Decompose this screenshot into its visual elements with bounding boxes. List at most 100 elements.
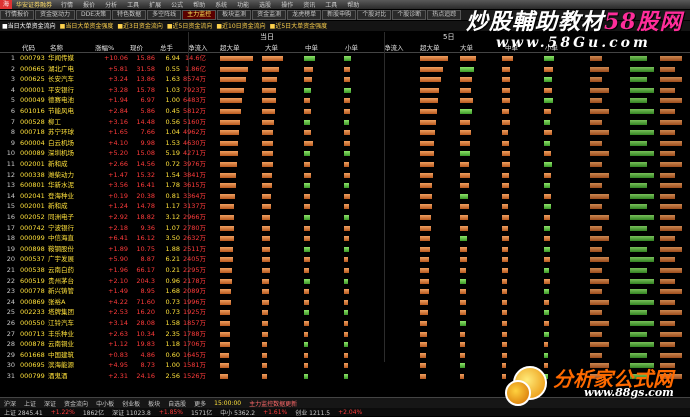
menu-item[interactable]: 选股	[254, 0, 276, 9]
tab-11[interactable]: 个股诊断	[392, 10, 427, 20]
tab-12[interactable]: 热点追踪	[427, 10, 462, 20]
table-row[interactable]: 27 000713 丰乐种业 +2.63 10.34 2.35 1788万	[0, 329, 690, 340]
menu-item[interactable]: 系统	[210, 0, 232, 9]
column-header[interactable]: 名称	[50, 42, 63, 52]
column-header[interactable]: 总手	[160, 42, 173, 52]
table-row[interactable]: 26 000550 江铃汽车 +3.14 28.08 1.58 1857万	[0, 318, 690, 329]
table-row[interactable]: 16 002052 同洲电子 +2.92 18.82 3.12 2966万	[0, 212, 690, 223]
table-row[interactable]: 21 000538 云南白药 +1.96 66.17 0.21 2295万	[0, 265, 690, 276]
volume: 1.00	[165, 96, 180, 105]
tab-9[interactable]: 新股申购	[322, 10, 357, 20]
stock-code: 000799	[20, 372, 45, 380]
stock-code: 000742	[20, 223, 45, 232]
menu-item[interactable]: 功能	[232, 0, 254, 9]
table-row[interactable]: 20 000537 广宇发展 +5.90 8.87 6.21 2405万	[0, 254, 690, 265]
flow-tab-0[interactable]: ■当日大单资金流向	[0, 22, 58, 31]
menu-item[interactable]: 帮助	[188, 0, 210, 9]
tab-4[interactable]: 多空阵线	[147, 10, 182, 20]
flow-tab-2[interactable]: ■近3日资金流向	[115, 22, 165, 31]
column-header[interactable]: 小单	[345, 42, 358, 52]
tab-1[interactable]: 资金驱动力	[35, 10, 76, 20]
flow-tab-4[interactable]: ■近10日资金流向	[214, 22, 267, 31]
net-inflow: 8574万	[182, 75, 206, 84]
stock-name: 云南铜业	[48, 340, 74, 349]
column-header[interactable]: 净流入	[188, 42, 208, 52]
change-pct: +0.19	[108, 191, 128, 200]
status-tab-3[interactable]: 资金流向	[60, 399, 92, 408]
flow-bar-today	[344, 310, 349, 316]
table-row[interactable]: 1 000793 华闻传媒 +10.06 15.86 6.94 14.6亿	[0, 53, 690, 64]
column-header[interactable]: 超大单	[220, 42, 240, 52]
status-tab-8[interactable]: 更多	[190, 399, 210, 408]
status-tab-1[interactable]: 上证	[20, 399, 40, 408]
table-row[interactable]: 25 002233 塔牌集团 +2.53 16.20 0.73 1925万	[0, 307, 690, 318]
table-row[interactable]: 4 000001 平安银行 +3.28 15.78 1.03 7923万	[0, 85, 690, 96]
table-row[interactable]: 13 600801 华新水泥 +3.56 16.41 1.78 3615万	[0, 180, 690, 191]
table-row[interactable]: 23 000778 新兴铸管 +1.49 8.95 1.68 2089万	[0, 286, 690, 297]
column-header[interactable]: 大单	[265, 42, 278, 52]
table-row[interactable]: 15 002001 新和成 +1.24 14.78 1.17 3137万	[0, 201, 690, 212]
flow-bar-5day	[460, 268, 467, 273]
menu-item[interactable]: 帮助	[342, 0, 364, 9]
flow-tab-5[interactable]: ■近5日大单资金强度	[268, 22, 330, 31]
column-header[interactable]: 超大单	[420, 42, 440, 52]
change-pct: +2.63	[108, 329, 128, 338]
trend-bar	[660, 299, 675, 305]
tab-10[interactable]: 个股对比	[357, 10, 392, 20]
table-row[interactable]: 19 000898 鞍钢股份 +1.89 10.75 1.88 2511万	[0, 244, 690, 255]
table-row[interactable]: 28 000878 云南铜业 +1.12 19.83 1.18 1706万	[0, 339, 690, 350]
table-row[interactable]: 17 000742 宁波银行 +2.18 9.36 1.07 2780万	[0, 223, 690, 234]
flow-bar-today	[220, 257, 233, 263]
tab-0[interactable]: 行情报价	[0, 10, 35, 20]
table-row[interactable]: 7 000528 柳工 +3.16 14.48 0.56 5160万	[0, 117, 690, 128]
table-row[interactable]: 10 000089 深圳机场 +5.20 15.08 5.19 4271万	[0, 148, 690, 159]
status-tab-0[interactable]: 沪深	[0, 399, 20, 408]
tab-7[interactable]: 资金监测	[252, 10, 287, 20]
tab-2[interactable]: DDE决策	[76, 10, 112, 20]
table-row[interactable]: 22 600519 贵州茅台 +2.10 204.3 0.96 2178万	[0, 276, 690, 287]
table-row[interactable]: 3 000625 长安汽车 +3.24 13.86 1.63 8574万	[0, 74, 690, 85]
column-header[interactable]: 现价	[130, 42, 143, 52]
table-row[interactable]: 9 600004 白云机场 +4.10 9.98 1.53 4630万	[0, 138, 690, 149]
menu-item[interactable]: 行情	[56, 0, 78, 9]
table-row[interactable]: 24 000869 张裕A +4.22 71.60 0.73 1996万	[0, 297, 690, 308]
table-row[interactable]: 29 601668 中国建筑 +0.83 4.86 0.60 1645万	[0, 350, 690, 361]
tab-8[interactable]: 龙虎榜单	[287, 10, 322, 20]
column-header[interactable]: 代码	[22, 42, 35, 52]
menu-item[interactable]: 工具	[320, 0, 342, 9]
status-tab-7[interactable]: 自选股	[164, 399, 190, 408]
tab-6[interactable]: 板块监测	[217, 10, 252, 20]
status-tab-2[interactable]: 深证	[40, 399, 60, 408]
menu-item[interactable]: 资讯	[298, 0, 320, 9]
status-tab-5[interactable]: 创业板	[118, 399, 144, 408]
row-index: 5	[10, 96, 15, 105]
column-header[interactable]: 涨幅%	[95, 42, 114, 52]
menu-item[interactable]: 扩展	[144, 0, 166, 9]
menu-item[interactable]: 操作	[276, 0, 298, 9]
stock-code: 002001	[20, 160, 45, 168]
menu-item[interactable]: 工具	[122, 0, 144, 9]
tab-5[interactable]: 主力监控	[182, 10, 217, 20]
flow-tab-1[interactable]: ■当日大单资金强度	[58, 22, 116, 31]
table-row[interactable]: 6 601016 节能风电 +2.84 5.86 0.45 5812万	[0, 106, 690, 117]
column-header[interactable]: 大单	[460, 42, 473, 52]
status-tab-4[interactable]: 中小板	[92, 399, 118, 408]
menu-item[interactable]: 公式	[166, 0, 188, 9]
column-header[interactable]: 净流入	[384, 42, 404, 52]
volume: 1.00	[165, 361, 180, 370]
index-quote: 创业 1211.5	[295, 409, 331, 417]
table-row[interactable]: 8 000718 苏宁环球 +1.65 7.66 1.04 4962万	[0, 127, 690, 138]
tab-3[interactable]: 特色数据	[112, 10, 147, 20]
table-row[interactable]: 14 002041 登海种业 +0.19 20.38 0.81 3364万	[0, 191, 690, 202]
column-header[interactable]: 中单	[305, 42, 318, 52]
menu-item[interactable]: 报价	[78, 0, 100, 9]
table-row[interactable]: 11 002001 新和成 +2.66 14.56 0.72 3976万	[0, 159, 690, 170]
table-row[interactable]: 5 000049 德赛电池 +1.94 6.97 1.00 6483万	[0, 95, 690, 106]
flow-bar-5day	[460, 257, 468, 263]
status-tab-6[interactable]: 板块	[144, 399, 164, 408]
table-row[interactable]: 18 000099 中信海直 +6.41 16.12 3.50 2632万	[0, 233, 690, 244]
table-row[interactable]: 12 000338 潍柴动力 +1.47 15.32 1.54 3841万	[0, 170, 690, 181]
menu-item[interactable]: 分析	[100, 0, 122, 9]
flow-tab-3[interactable]: ■近5日资金流向	[165, 22, 215, 31]
table-row[interactable]: 2 000665 湖北广电 +5.81 31.58 0.55 1.86亿	[0, 64, 690, 75]
